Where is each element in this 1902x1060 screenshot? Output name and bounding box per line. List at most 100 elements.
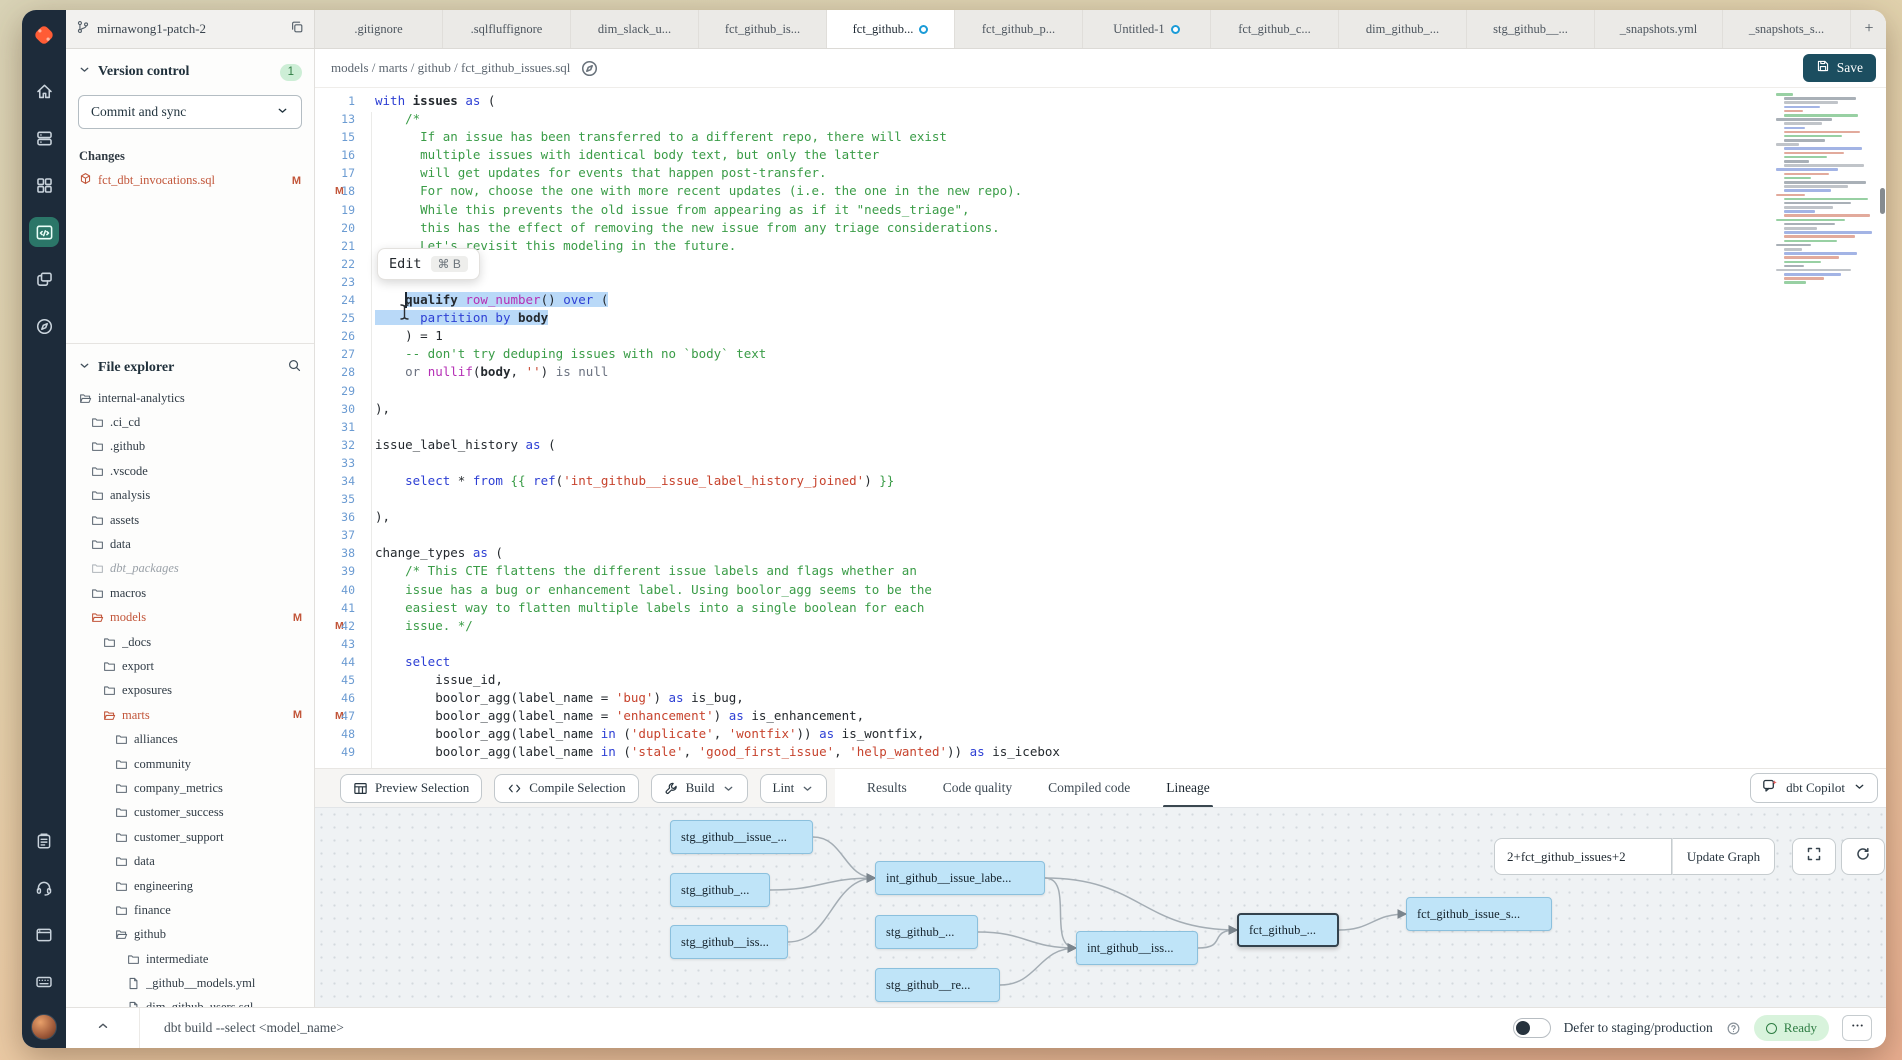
- preview-selection-button[interactable]: Preview Selection: [340, 774, 482, 803]
- file-tree-item[interactable]: .github: [66, 435, 314, 459]
- lineage-node[interactable]: int_github__issue_labe...: [875, 861, 1045, 895]
- home-icon[interactable]: [29, 76, 59, 106]
- commit-and-sync-button[interactable]: Commit and sync: [78, 95, 302, 129]
- panel-tab-lineage[interactable]: Lineage: [1166, 769, 1209, 808]
- file-tree-item[interactable]: export: [66, 654, 314, 678]
- file-tree-item[interactable]: customer_support: [66, 825, 314, 849]
- docs-compass-icon[interactable]: [580, 59, 599, 78]
- file-tree-item[interactable]: assets: [66, 508, 314, 532]
- lineage-node[interactable]: fct_github_...: [1237, 913, 1339, 947]
- build-button[interactable]: Build: [651, 774, 748, 803]
- lineage-node[interactable]: stg_github_...: [875, 915, 978, 949]
- code-line[interactable]: 41 easiest way to flatten multiple label…: [315, 599, 1886, 617]
- search-icon[interactable]: [287, 358, 302, 378]
- code-line[interactable]: 27 -- don't try deduping issues with no …: [315, 345, 1886, 363]
- code-line[interactable]: M42 issue. */: [315, 617, 1886, 635]
- file-tree-item[interactable]: .vscode: [66, 459, 314, 483]
- editor-tab[interactable]: dim_slack_u...: [571, 10, 699, 48]
- file-tree-item[interactable]: finance: [66, 898, 314, 922]
- code-line[interactable]: 38change_types as (: [315, 544, 1886, 562]
- code-line[interactable]: 30),: [315, 400, 1886, 418]
- browser-icon[interactable]: [29, 920, 59, 950]
- chevron-down-icon[interactable]: [78, 63, 91, 81]
- editor-tab[interactable]: .sqlfluffignore: [443, 10, 571, 48]
- code-line[interactable]: 31: [315, 418, 1886, 436]
- code-line[interactable]: 36),: [315, 508, 1886, 526]
- support-icon[interactable]: [29, 873, 59, 903]
- file-tree-item[interactable]: company_metrics: [66, 776, 314, 800]
- dbt-copilot-button[interactable]: dbt Copilot: [1750, 773, 1878, 803]
- code-line[interactable]: 40 issue has a bug or enhancement label.…: [315, 581, 1886, 599]
- file-tree-item[interactable]: engineering: [66, 874, 314, 898]
- edit-tooltip[interactable]: Edit ⌘ B: [377, 248, 480, 280]
- file-tree-item[interactable]: github: [66, 923, 314, 947]
- editor-tab[interactable]: .gitignore: [315, 10, 443, 48]
- editor-tab[interactable]: dim_github_...: [1339, 10, 1467, 48]
- refresh-graph-button[interactable]: [1841, 838, 1885, 875]
- ide-icon[interactable]: [29, 217, 59, 247]
- save-button[interactable]: Save: [1803, 54, 1876, 82]
- file-tree-item[interactable]: dbt_packages: [66, 557, 314, 581]
- code-line[interactable]: 23: [315, 273, 1886, 291]
- file-tree-item[interactable]: martsM: [66, 703, 314, 727]
- code-line[interactable]: M18 For now, choose the one with more re…: [315, 182, 1886, 200]
- editor-tab[interactable]: fct_github_is...: [699, 10, 827, 48]
- code-line[interactable]: 20 this has the effect of removing the n…: [315, 219, 1886, 237]
- file-tree-item[interactable]: analysis: [66, 484, 314, 508]
- file-tree-item[interactable]: macros: [66, 581, 314, 605]
- branch-bar[interactable]: mirnawong1-patch-2: [66, 10, 315, 48]
- panel-tab-compiled-code[interactable]: Compiled code: [1048, 769, 1130, 808]
- copy-icon[interactable]: [290, 20, 304, 39]
- code-line[interactable]: 1with issues as (: [315, 92, 1886, 110]
- code-line[interactable]: 17 will get updates for events that happ…: [315, 164, 1886, 182]
- file-tree-item[interactable]: alliances: [66, 727, 314, 751]
- lineage-node[interactable]: stg_github_...: [670, 873, 770, 907]
- code-line[interactable]: 34 select * from {{ ref('int_github__iss…: [315, 472, 1886, 490]
- file-tree-item[interactable]: intermediate: [66, 947, 314, 971]
- compile-selection-button[interactable]: Compile Selection: [494, 774, 638, 803]
- lineage-node[interactable]: int_github__iss...: [1076, 931, 1198, 965]
- keyboard-icon[interactable]: [29, 967, 59, 997]
- file-tree-item[interactable]: data: [66, 532, 314, 556]
- editor-tab[interactable]: fct_github_c...: [1211, 10, 1339, 48]
- editor-tab[interactable]: fct_github_p...: [955, 10, 1083, 48]
- lineage-node[interactable]: stg_github__iss...: [670, 925, 788, 959]
- code-line[interactable]: 25 partition by body: [315, 309, 1886, 327]
- help-icon[interactable]: [1726, 1021, 1741, 1036]
- chevron-down-icon[interactable]: [78, 359, 91, 377]
- fullscreen-button[interactable]: [1792, 838, 1836, 875]
- code-line[interactable]: 29: [315, 382, 1886, 400]
- code-line[interactable]: 46 boolor_agg(label_name = 'bug') as is_…: [315, 689, 1886, 707]
- code-line[interactable]: 15 If an issue has been transferred to a…: [315, 128, 1886, 146]
- code-line[interactable]: M47 boolor_agg(label_name = 'enhancement…: [315, 707, 1886, 725]
- code-line[interactable]: 44 select: [315, 653, 1886, 671]
- file-tree-item[interactable]: modelsM: [66, 606, 314, 630]
- lineage-node[interactable]: fct_github_issue_s...: [1406, 897, 1552, 931]
- command-input[interactable]: dbt build --select <model_name>: [164, 1020, 344, 1036]
- code-line[interactable]: 22: [315, 255, 1886, 273]
- more-options-button[interactable]: [1842, 1015, 1872, 1041]
- new-tab-button[interactable]: +: [1852, 10, 1886, 48]
- file-tree-item[interactable]: internal-analytics: [66, 386, 314, 410]
- code-line[interactable]: 49 boolor_agg(label_name in ('stale', 'g…: [315, 743, 1886, 761]
- code-editor[interactable]: 1with issues as (13 /*15 If an issue has…: [315, 88, 1886, 768]
- file-tree-item[interactable]: customer_success: [66, 801, 314, 825]
- panel-tab-results[interactable]: Results: [867, 769, 907, 808]
- code-line[interactable]: 39 /* This CTE flattens the different is…: [315, 562, 1886, 580]
- deploy-icon[interactable]: [29, 123, 59, 153]
- code-line[interactable]: 32issue_label_history as (: [315, 436, 1886, 454]
- editor-tab[interactable]: _snapshots.yml: [1595, 10, 1723, 48]
- duplicate-icon[interactable]: [29, 264, 59, 294]
- file-tree-item[interactable]: community: [66, 752, 314, 776]
- file-tree-item[interactable]: dim_github_users.sql: [66, 996, 314, 1007]
- code-line[interactable]: 43: [315, 635, 1886, 653]
- code-line[interactable]: 48 boolor_agg(label_name in ('duplicate'…: [315, 725, 1886, 743]
- lineage-node[interactable]: stg_github__issue_...: [670, 820, 813, 854]
- collapse-command-bar-button[interactable]: [66, 1008, 140, 1048]
- lineage-node[interactable]: stg_github__re...: [875, 968, 1000, 1002]
- defer-toggle[interactable]: [1513, 1018, 1551, 1038]
- editor-tab[interactable]: fct_github...: [827, 10, 955, 48]
- update-graph-button[interactable]: Update Graph: [1672, 838, 1775, 875]
- code-line[interactable]: 35: [315, 490, 1886, 508]
- file-tree-item[interactable]: _github__models.yml: [66, 971, 314, 995]
